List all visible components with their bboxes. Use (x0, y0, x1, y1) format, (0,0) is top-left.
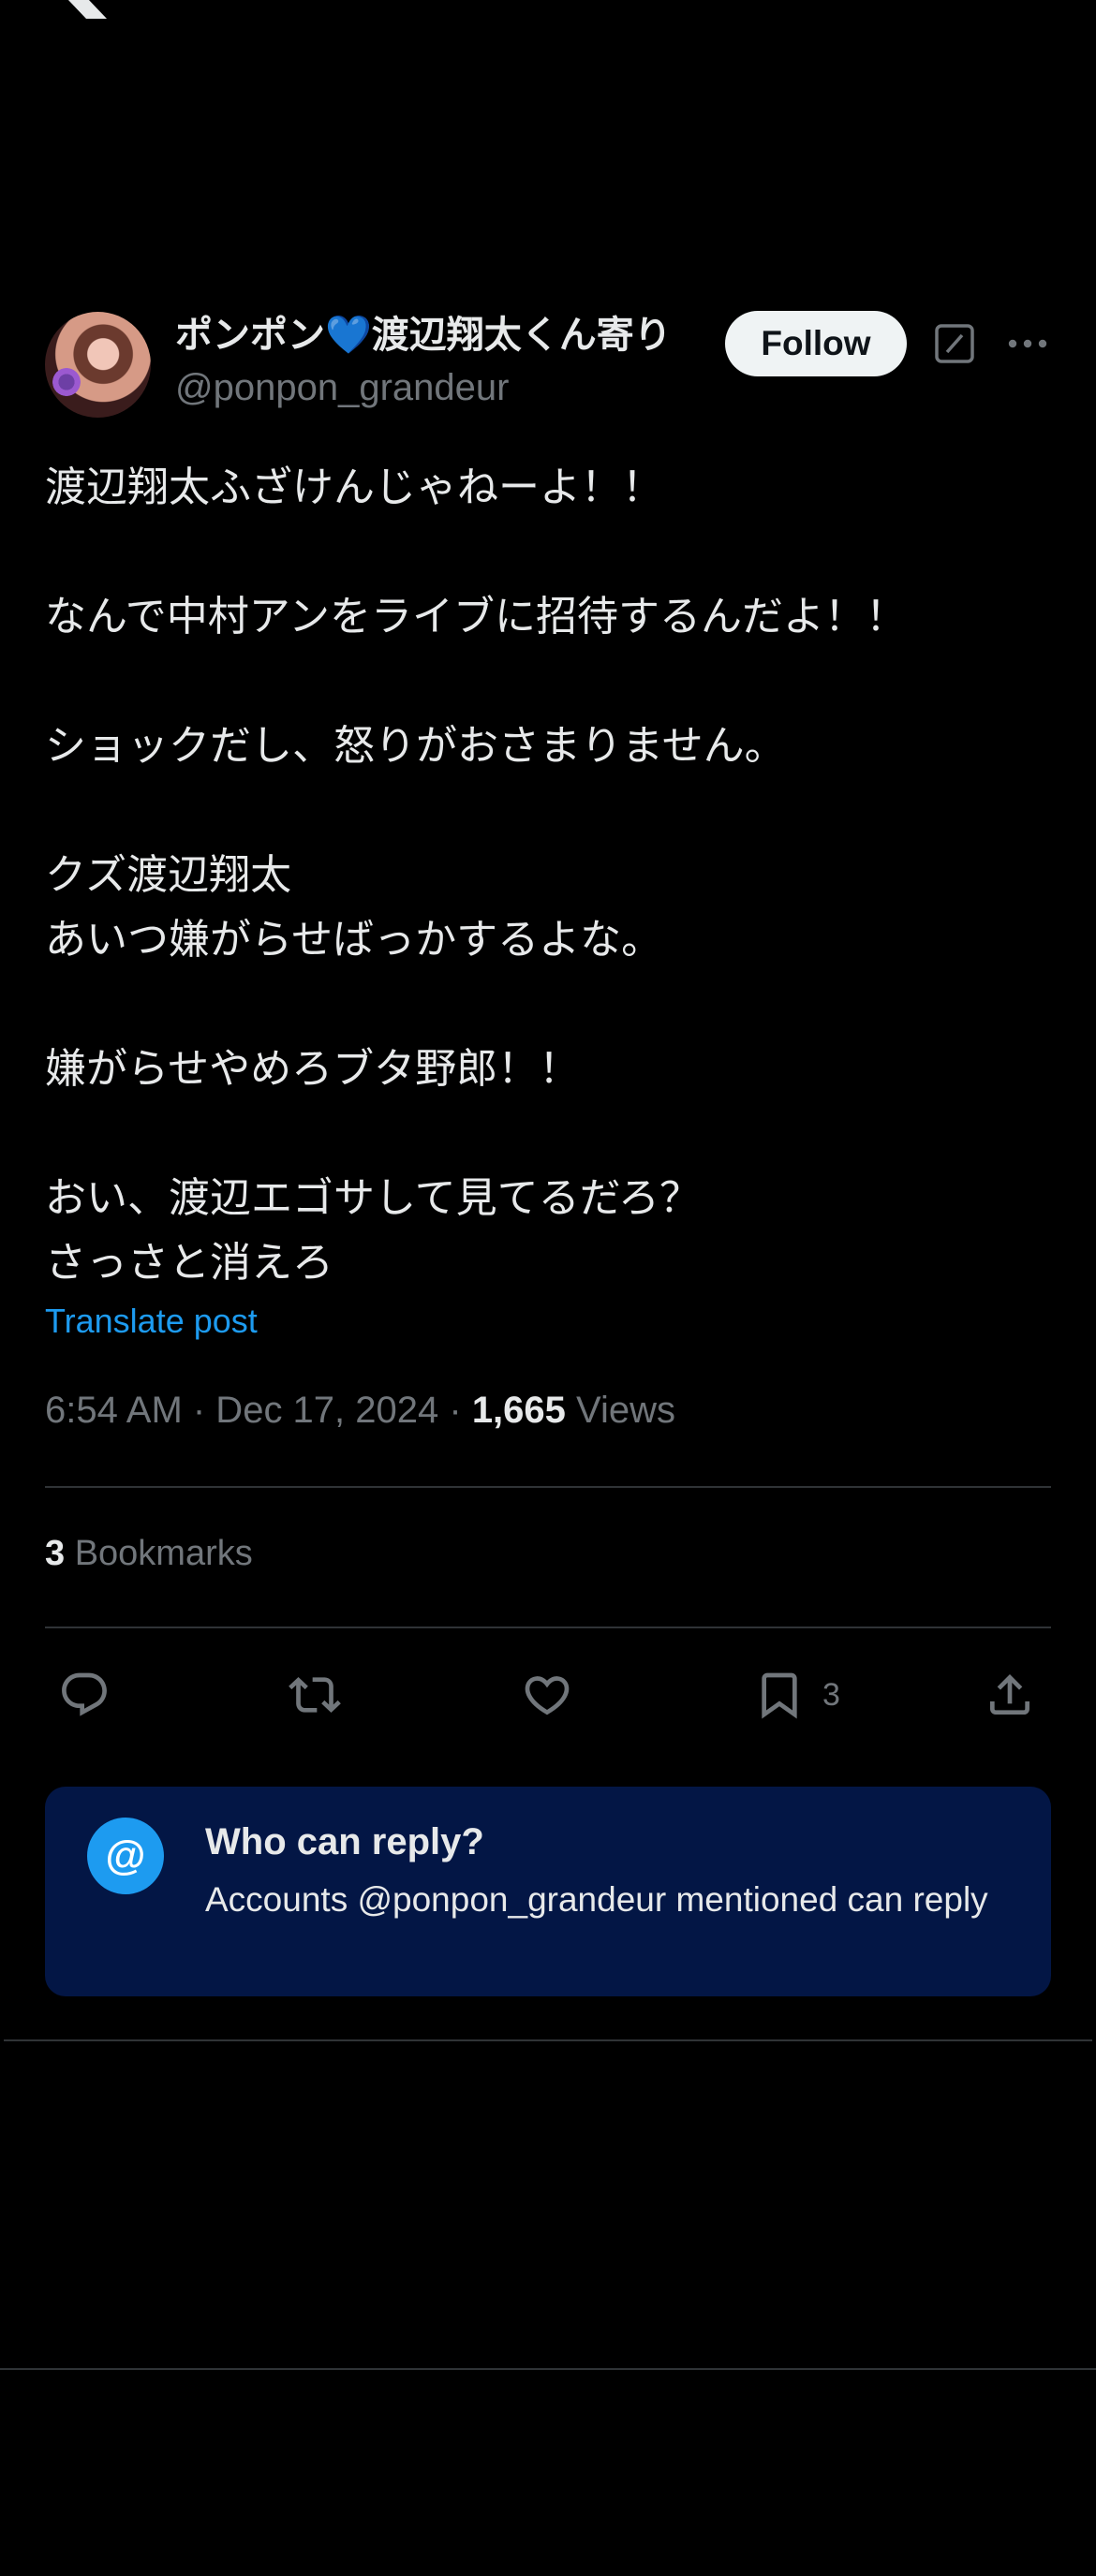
follow-button[interactable]: Follow (725, 311, 907, 376)
post-line-gap (45, 520, 1047, 584)
author-display-name[interactable]: ポンポン💙渡辺翔太くん寄り (175, 304, 672, 359)
post-line: おい、渡辺エゴサして見てるだろ？ (45, 1174, 702, 1222)
share-button[interactable] (984, 1667, 1036, 1723)
post-metadata: 6:54 AM · Dec 17, 2024 · 1,665 Views (45, 1390, 675, 1432)
heart-icon (525, 1676, 570, 1715)
bookmarks-label: Bookmarks (65, 1534, 253, 1573)
avatar[interactable] (45, 312, 151, 418)
author-handle[interactable]: @ponpon_grandeur (175, 367, 509, 409)
bookmark-button[interactable]: 3 (753, 1667, 840, 1723)
post-line: あいつ嫌がらせばっかするよな。 (45, 916, 663, 964)
mention-at-icon: @ (87, 1818, 164, 1894)
share-icon (990, 1674, 1029, 1715)
post-line-gap (45, 649, 1047, 714)
who-can-reply-title: Who can reply? (205, 1821, 484, 1862)
post-line: ショックだし、怒りがおさまりません。 (45, 722, 786, 770)
post-line: さっさと消えろ (45, 1239, 333, 1287)
x-logo-icon[interactable] (45, 0, 111, 19)
more-options-icon[interactable] (1007, 331, 1048, 356)
post-timestamp[interactable]: 6:54 AM · Dec 17, 2024 · (45, 1390, 472, 1431)
reply-icon (62, 1672, 107, 1716)
repost-icon (289, 1677, 341, 1713)
post-body: 渡辺翔太ふざけんじゃねーよ！！ なんで中村アンをライブに招待するんだよ！！ ショ… (45, 455, 1047, 1295)
like-button[interactable] (521, 1667, 573, 1723)
views-count: 1,665 (471, 1390, 566, 1431)
translate-post-link[interactable]: Translate post (45, 1302, 258, 1341)
bookmarks-count: 3 (45, 1534, 66, 1573)
author-name-row[interactable]: ポンポン💙渡辺翔太くん寄り (175, 304, 672, 359)
who-can-reply-description: Accounts @ponpon_grandeur mentioned can … (205, 1880, 988, 1919)
bookmark-icon (762, 1672, 797, 1719)
post-line-gap (45, 972, 1047, 1037)
repost-button[interactable] (289, 1667, 341, 1723)
bookmarks-stat[interactable]: 3 Bookmarks (45, 1534, 253, 1574)
views-label: Views (565, 1390, 676, 1431)
divider (45, 1486, 1051, 1488)
avatar-flower (52, 368, 81, 396)
post-line-gap (45, 778, 1047, 843)
post-line: 渡辺翔太ふざけんじゃねーよ！！ (45, 464, 663, 511)
divider (45, 1627, 1051, 1628)
grok-icon[interactable] (934, 323, 975, 364)
post-line: 嫌がらせやめろブタ野郎！！ (45, 1045, 581, 1093)
who-can-reply-card: @ Who can reply? Accounts @ponpon_grande… (45, 1787, 1051, 1996)
reply-button[interactable] (58, 1667, 111, 1723)
post-bottom-divider (4, 2039, 1092, 2041)
page-bottom-divider (0, 2368, 1096, 2370)
bookmark-count: 3 (822, 1676, 840, 1713)
post-line: クズ渡辺翔太 (45, 851, 292, 899)
post-line: なんで中村アンをライブに招待するんだよ！！ (45, 593, 908, 640)
post-line-gap (45, 1101, 1047, 1166)
